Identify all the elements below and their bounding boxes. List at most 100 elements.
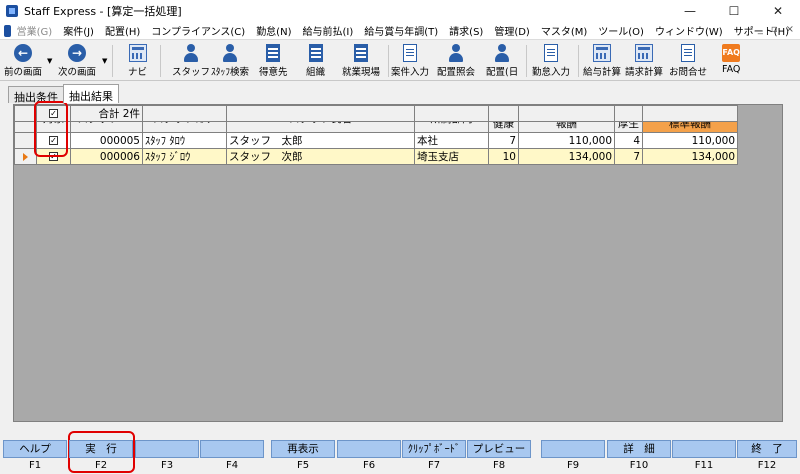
back-dropdown-icon[interactable]: ▼ (47, 57, 52, 65)
arrow-left-icon: ← (14, 44, 32, 62)
case-entry-button[interactable]: 案件入力 (391, 43, 429, 79)
f11-label: F11 (694, 460, 714, 471)
close-button[interactable]: ✕ (756, 0, 800, 22)
table-row[interactable]: ✓ 000006 ｽﾀｯﾌ ｼﾞﾛｳ スタッフ 次郎 埼玉支店 10 134,0… (14, 148, 738, 165)
f5-label: F5 (296, 460, 310, 471)
toolbar-separator (526, 45, 527, 77)
target-cell[interactable]: ✓ (36, 148, 71, 165)
menu-tools[interactable]: ツール(O) (598, 23, 644, 38)
faq-button[interactable]: FAQ FAQ (722, 43, 740, 79)
footer-cell (142, 105, 227, 122)
footer-cell (614, 105, 643, 122)
menu-case[interactable]: 案件(J) (63, 23, 94, 38)
toolbar-separator (112, 45, 113, 77)
pension-now-cell: 7 (614, 148, 643, 165)
staff-kana-cell: ｽﾀｯﾌ ｼﾞﾛｳ (142, 148, 227, 165)
tab-extract-conditions[interactable]: 抽出条件 (8, 86, 64, 104)
staff-icon (182, 44, 200, 62)
footer-cell (414, 105, 489, 122)
footer-cell (518, 105, 615, 122)
f5-refresh-button[interactable]: 再表示 (271, 440, 335, 458)
staff-no-cell: 000005 (70, 132, 143, 149)
menu-advance-pay[interactable]: 給与前払(I) (302, 23, 353, 38)
total-count: 合計 2件 (70, 105, 143, 122)
toolbar: ← 前の画面 ▼ → 次の画面 ▼ ナビ スタッフ ｽﾀｯﾌ検索 得意先 組織 … (0, 41, 800, 81)
payroll-calc-button[interactable]: 給与計算 (583, 43, 621, 79)
row-indicator (14, 132, 37, 149)
f3-button[interactable] (135, 440, 199, 458)
staff-button[interactable]: スタッフ (172, 43, 210, 79)
menu-billing[interactable]: 請求(S) (449, 23, 483, 38)
f9-button[interactable] (541, 440, 605, 458)
next-button[interactable]: → 次の画面 (58, 43, 96, 79)
staff-name-cell: スタッフ 太郎 (226, 132, 415, 149)
f7-clipboard-button[interactable]: ｸﾘｯﾌﾟﾎﾞｰﾄﾞ (402, 440, 466, 458)
mdi-close-button[interactable]: × (786, 24, 794, 35)
f12-exit-button[interactable]: 終 了 (737, 440, 797, 458)
menu-master[interactable]: マスタ(M) (541, 23, 587, 38)
menu-attendance[interactable]: 勤怠(N) (256, 23, 291, 38)
attendance-entry-icon (544, 44, 558, 62)
navi-button[interactable]: ナビ (128, 43, 147, 79)
f6-button[interactable] (337, 440, 401, 458)
f1-label: F1 (28, 460, 42, 471)
tab-extract-results[interactable]: 抽出結果 (63, 84, 119, 103)
f8-label: F8 (492, 460, 506, 471)
f12-label: F12 (757, 460, 777, 471)
org-button[interactable]: 組織 (306, 43, 325, 79)
health-std-cell: 110,000 (518, 132, 615, 149)
staff-kana-cell: ｽﾀｯﾌ ﾀﾛｳ (142, 132, 227, 149)
next-dropdown-icon[interactable]: ▼ (102, 57, 107, 65)
f9-label: F9 (566, 460, 580, 471)
f3-label: F3 (160, 460, 174, 471)
menu-compliance[interactable]: コンプライアンス(C) (151, 23, 245, 38)
f2-execute-button[interactable]: 実 行 (69, 440, 133, 458)
table-row[interactable]: ✓ 000005 ｽﾀｯﾌ ﾀﾛｳ スタッフ 太郎 本社 7 110,000 4… (14, 132, 738, 149)
contact-button[interactable]: お問合せ (669, 43, 707, 79)
upload-icon (681, 44, 695, 62)
f4-label: F4 (225, 460, 239, 471)
worksite-button[interactable]: 就業現場 (342, 43, 380, 79)
select-all-checkbox[interactable]: ✓ (49, 109, 58, 118)
toolbar-separator (578, 45, 579, 77)
footer-target-cell[interactable]: ✓ (36, 105, 71, 122)
f11-button[interactable] (672, 440, 736, 458)
f1-help-button[interactable]: ヘルプ (3, 440, 67, 458)
worksite-icon (354, 44, 368, 62)
mdi-restore-button[interactable]: ▫ (771, 24, 778, 35)
menu-payroll[interactable]: 給与賞与年調(T) (364, 23, 438, 38)
minimize-button[interactable]: — (668, 0, 712, 22)
health-now-cell: 10 (488, 148, 519, 165)
tab-strip: 抽出条件 抽出結果 (8, 84, 119, 104)
back-button[interactable]: ← 前の画面 (4, 43, 42, 79)
menu-sales[interactable]: 営業(G) (17, 23, 53, 38)
billing-calc-button[interactable]: 請求計算 (625, 43, 663, 79)
menu-admin[interactable]: 管理(D) (494, 23, 530, 38)
dept-cell: 埼玉支店 (414, 148, 489, 165)
billing-calculator-icon (635, 44, 653, 62)
client-button[interactable]: 得意先 (259, 43, 288, 79)
results-grid: 対象 スタッフNO スタッフカナ スタッフ氏名 所属部門 現在健康 現在健康保険… (13, 104, 783, 422)
target-checkbox[interactable]: ✓ (49, 152, 58, 161)
mdi-child-icon[interactable] (4, 24, 11, 37)
menu-window[interactable]: ウィンドウ(W) (655, 23, 723, 38)
toolbar-separator (160, 45, 161, 77)
menu-bar: 営業(G) 案件(J) 配置(H) コンプライアンス(C) 勤怠(N) 給与前払… (0, 22, 800, 40)
arrow-right-icon: → (68, 44, 86, 62)
assign-day-button[interactable]: 配置(日 (486, 43, 518, 79)
attendance-entry-button[interactable]: 勤怠入力 (532, 43, 570, 79)
current-row-arrow-icon (23, 152, 28, 161)
window-title: Staff Express - [算定一括処理] (24, 5, 182, 18)
target-checkbox[interactable]: ✓ (49, 136, 58, 145)
mdi-minimize-button[interactable]: _ (758, 24, 763, 35)
f4-button[interactable] (200, 440, 264, 458)
menu-assign[interactable]: 配置(H) (105, 23, 140, 38)
maximize-button[interactable]: ☐ (712, 0, 756, 22)
health-std-cell: 134,000 (518, 148, 615, 165)
assign-inquiry-button[interactable]: 配置照会 (437, 43, 475, 79)
target-cell[interactable]: ✓ (36, 132, 71, 149)
f10-detail-button[interactable]: 詳 細 (607, 440, 671, 458)
assign-inquiry-icon (447, 44, 465, 62)
staff-search-button[interactable]: ｽﾀｯﾌ検索 (211, 43, 249, 79)
f8-preview-button[interactable]: プレビュー (467, 440, 531, 458)
